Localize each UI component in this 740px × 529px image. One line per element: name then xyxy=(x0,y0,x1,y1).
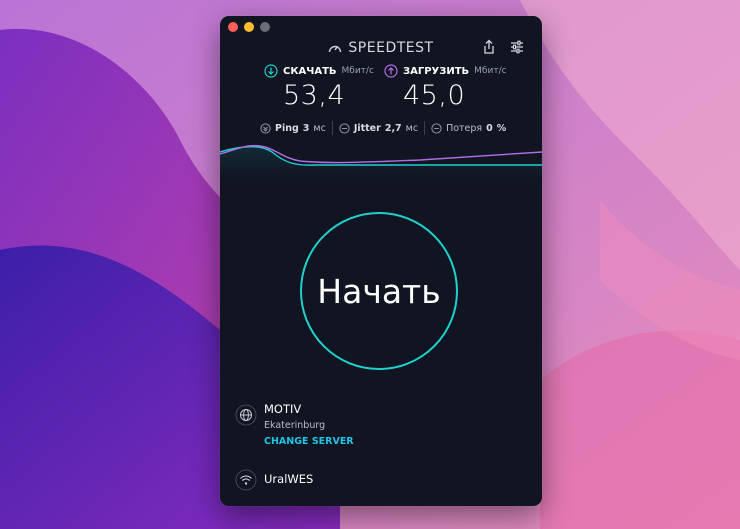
minimize-window-button[interactable] xyxy=(244,22,254,32)
start-test-button[interactable]: Начать xyxy=(300,212,458,370)
upload-result: ЗАГРУЗИТЬ Мбит/с 45,0 xyxy=(384,64,507,111)
close-window-button[interactable] xyxy=(228,22,238,32)
arrow-down-circle-icon xyxy=(264,64,278,78)
ping-label: Ping xyxy=(275,122,299,134)
window-controls xyxy=(228,22,270,32)
stat-divider xyxy=(424,121,426,135)
change-server-link[interactable]: CHANGE SERVER xyxy=(264,436,354,447)
download-result: СКАЧАТЬ Мбит/с 53,4 xyxy=(264,64,374,111)
packet-loss-icon xyxy=(431,122,442,134)
share-icon[interactable] xyxy=(480,38,498,56)
ping-stat: Ping 3 мс xyxy=(260,123,326,134)
download-value: 53,4 xyxy=(283,80,346,111)
speed-history-graph xyxy=(220,144,542,180)
arrow-up-circle-icon xyxy=(384,64,398,78)
server-name: MOTIV xyxy=(264,402,302,416)
speedometer-icon xyxy=(329,45,342,53)
upload-label: ЗАГРУЗИТЬ xyxy=(403,65,470,77)
loss-value: 0 xyxy=(486,122,493,134)
ping-icon xyxy=(260,122,271,134)
jitter-value: 2,7 xyxy=(384,122,402,134)
download-unit: Мбит/с xyxy=(341,66,374,76)
download-label: СКАЧАТЬ xyxy=(283,65,337,77)
isp-name: UralWES xyxy=(264,472,314,486)
zoom-window-button[interactable] xyxy=(260,22,270,32)
wifi-icon xyxy=(235,469,257,491)
connection-stats: Ping 3 мс Jitter 2,7 мс Потеря 0 % xyxy=(260,120,506,136)
speed-results: СКАЧАТЬ Мбит/с 53,4 ЗАГРУЗИТЬ Мбит/с 45,… xyxy=(220,64,542,128)
ping-unit: мс xyxy=(313,122,326,134)
packet-loss-stat: Потеря 0 % xyxy=(431,123,506,134)
stat-divider xyxy=(331,121,333,135)
jitter-stat: Jitter 2,7 мс xyxy=(339,123,418,134)
loss-unit: % xyxy=(496,122,507,134)
app-title: SPEEDTEST xyxy=(348,40,434,56)
ping-value: 3 xyxy=(302,122,310,134)
server-city: Ekaterinburg xyxy=(264,420,326,431)
upload-unit: Мбит/с xyxy=(474,66,507,76)
sliders-icon[interactable] xyxy=(508,38,526,56)
jitter-unit: мс xyxy=(405,122,419,134)
start-label: Начать xyxy=(317,271,441,311)
speedtest-window: SPEEDTEST СКАЧАТЬ Мбит/с 53,4 ЗАГРУЗИТЬ … xyxy=(220,16,542,506)
loss-label: Потеря xyxy=(446,122,483,134)
jitter-label: Jitter xyxy=(353,122,381,134)
globe-icon xyxy=(235,404,257,426)
jitter-icon xyxy=(339,122,350,134)
upload-value: 45,0 xyxy=(403,80,466,111)
